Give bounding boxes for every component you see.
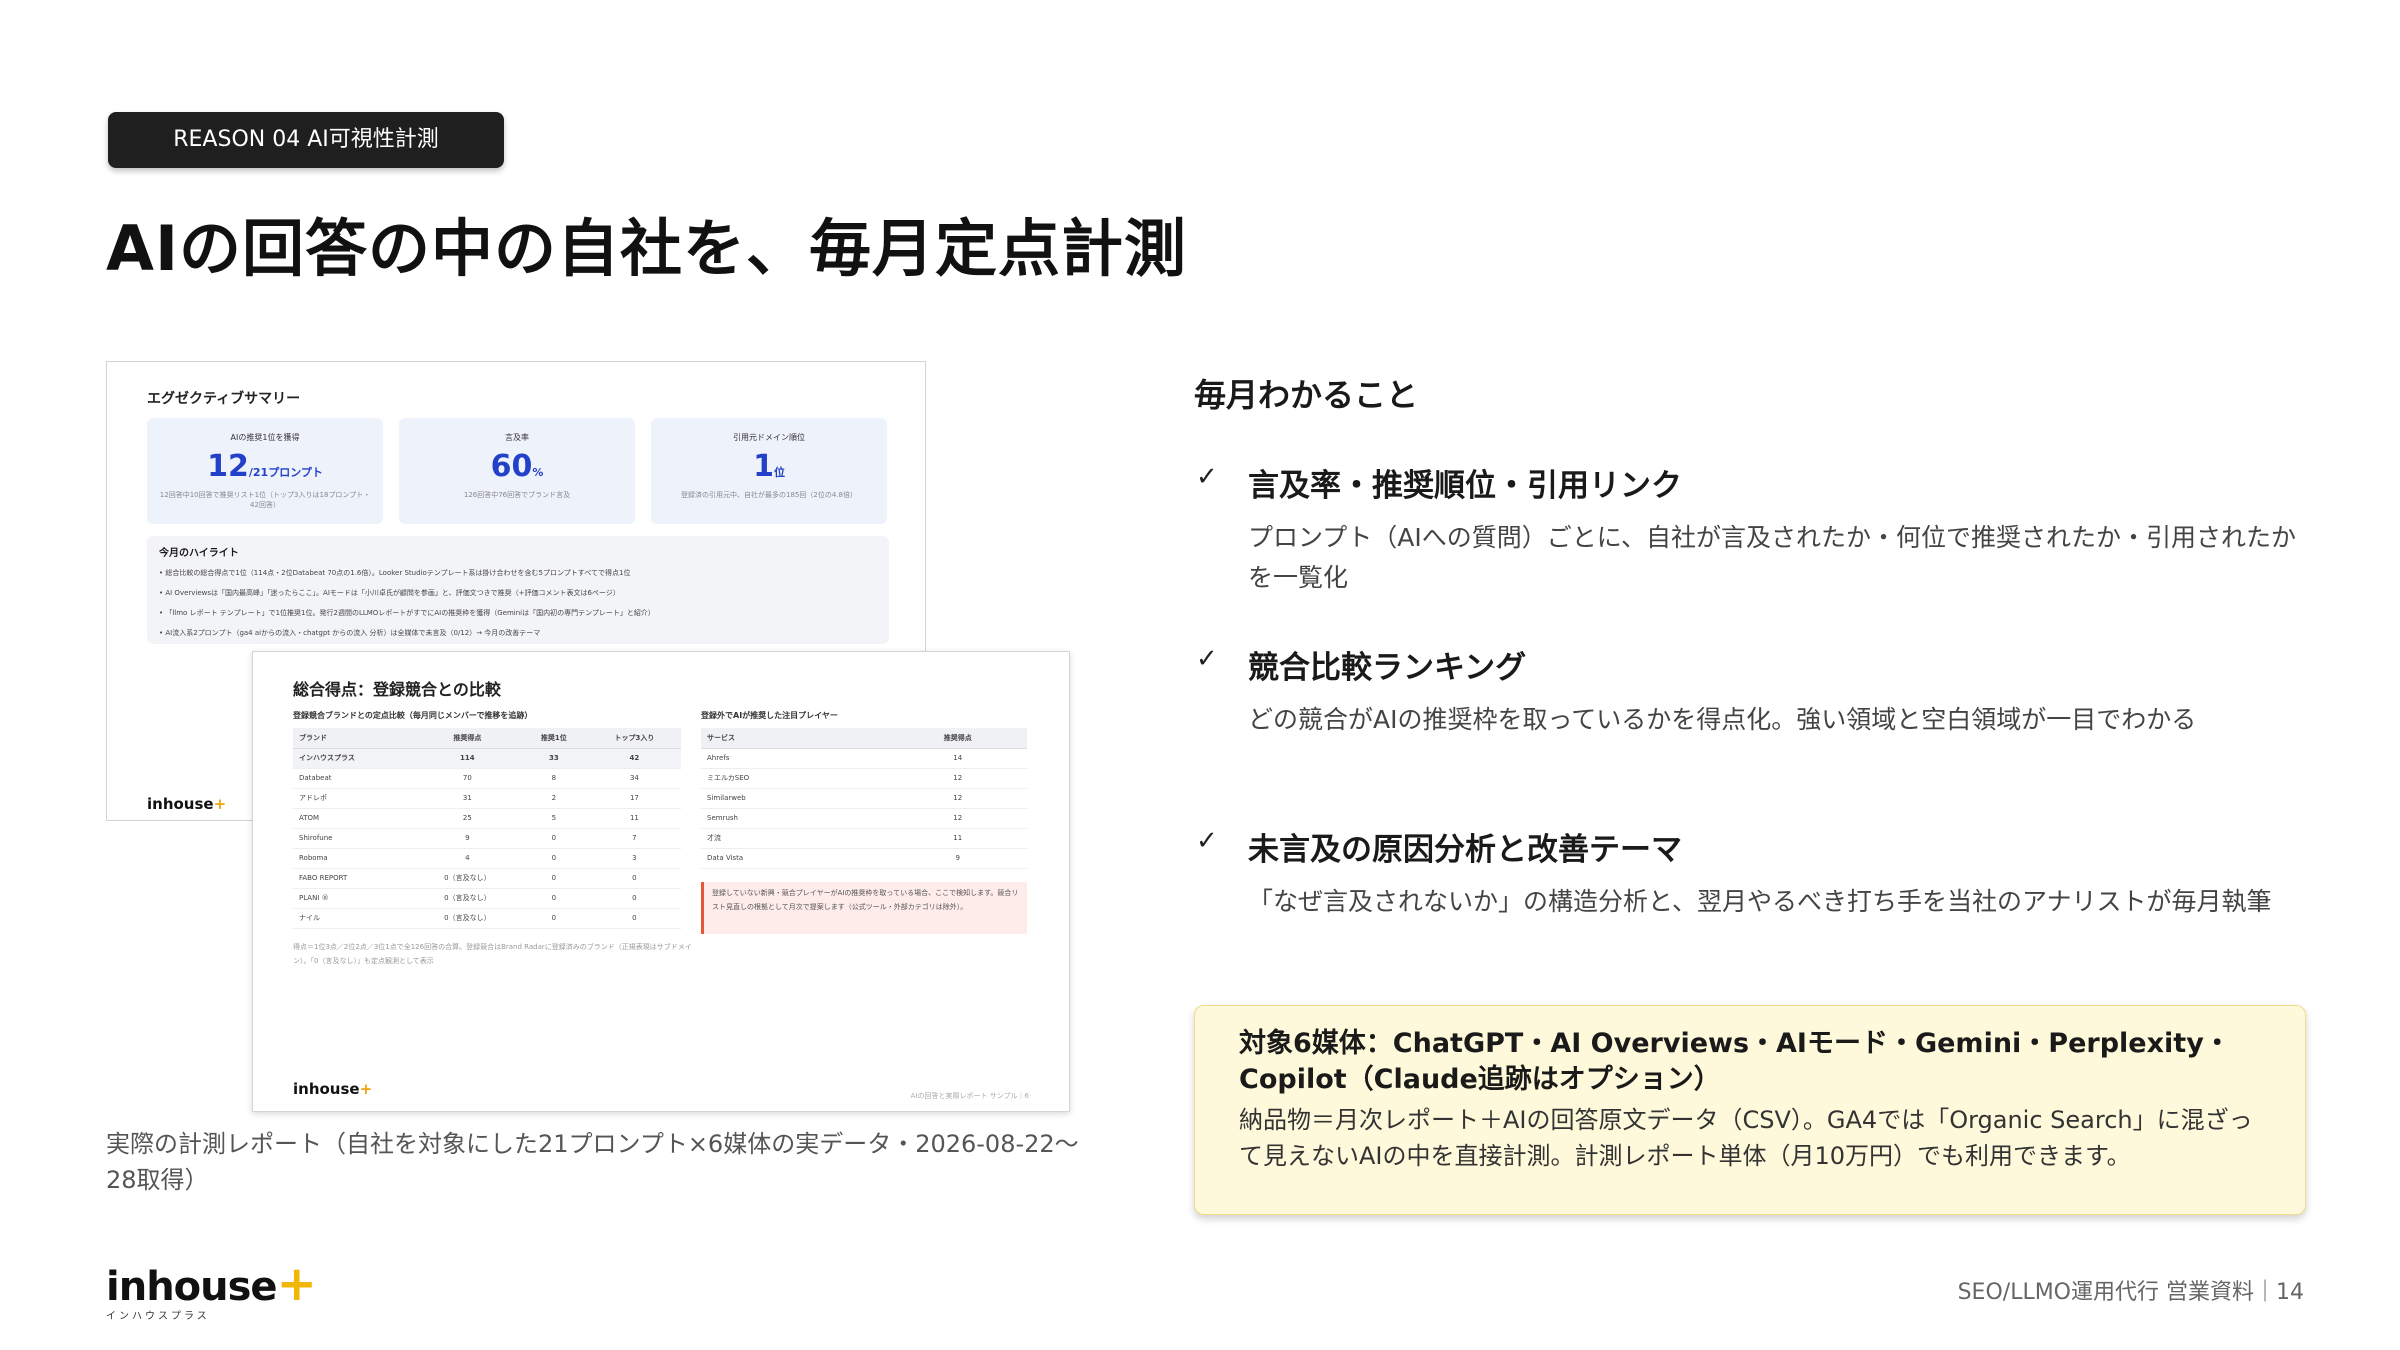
kpi-sub: 登録済の引用元中、自社が最多の185回（2位の4.8倍） [681,491,857,499]
plus-icon: + [276,1256,317,1312]
check-icon: ✓ [1196,826,1218,856]
page-title: AIの回答の中の自社を、毎月定点計測 [106,212,1188,285]
feature-desc: 「なぜ言及されないか」の構造分析と、翌月やるべき打ち手を当社のアナリストが毎月執… [1248,887,2272,916]
highlights-title: 今月のハイライト [159,548,239,559]
feature-title: 競合比較ランキング [1248,650,1527,686]
page-footer: SEO/LLMO運用代行 営業資料｜14 [1957,1280,2304,1305]
table-header: ブランド [293,728,415,749]
table-row: PLANI ® 0（言及なし） 0 0 [293,888,681,909]
player-table: サービス 推奨得点 Ahrefs 14 ミエルカSEO 12 Similarweb 1… [701,728,1027,869]
table-header: トップ3入り [587,728,681,749]
section-heading: 毎月わかること [1194,376,1419,414]
insight-note: 登録していない新興・競合プレイヤーがAIの推奨枠を取っている場合、ここで検知しま… [701,882,1027,934]
table-header: 推奨得点 [414,728,520,749]
logo-wordmark: inhouse+ [106,1256,317,1312]
table-row: ナイル 0（言及なし） 0 0 [293,908,681,929]
report-comparison-screenshot: 総合得点：登録競合との比較 登録競合ブランドとの定点比較（毎月同じメンバーで推移… [252,651,1070,1112]
table-row: Databeat 70 8 34 [293,768,681,789]
table-row: Shirofune 9 0 7 [293,828,681,849]
kpi-label: AIの推奨1位を獲得 [230,433,300,442]
highlight-item: • 「llmo レポート テンプレート」で1位推奨1位。発行2週間のLLMOレポ… [159,609,655,617]
feature-item: ✓ 言及率・推奨順位・引用リンク プロンプト（AIへの質問）ごとに、自社が言及さ… [1194,460,2314,610]
feature-title: 言及率・推奨順位・引用リンク [1248,468,1682,504]
report-page-label: AIの回答と実際レポート サンプル｜6 [910,1092,1029,1100]
kpi-label: 言及率 [505,433,529,442]
kpi-sub: 12回答中10回答で推奨リスト1位（トップ3入りは18プロンプト・42回答） [159,491,371,509]
company-logo: inhouse+ インハウスプラス [106,1256,317,1322]
kpi-label: 引用元ドメイン順位 [733,433,805,442]
table-header: 推奨得点 [888,728,1027,749]
table-row: Data Vista 9 [701,848,1027,869]
table-header: 推奨1位 [519,728,588,749]
feature-item: ✓ 未言及の原因分析と改善テーマ 「なぜ言及されないか」の構造分析と、翌月やるべ… [1194,824,2314,974]
kpi-value: 1位 [753,449,785,484]
table-row: ATOM 25 5 11 [293,808,681,829]
table-row: Semrush 12 [701,808,1027,829]
feature-item: ✓ 競合比較ランキング どの競合がAIの推奨枠を取っているかを得点化。強い領域と… [1194,642,2314,752]
report-comparison-title: 総合得点：登録競合との比較 [293,680,501,699]
table-row: 才流 11 [701,828,1027,849]
media-info-title: 対象6媒体：ChatGPT・AI Overviews・AIモード・Gemini・… [1239,1028,2231,1095]
highlight-item: • AI Overviewsは「国内最高峰」「迷ったらここ」。AIモードは「小川… [159,589,620,597]
report-logo: inhouse+ [147,795,227,813]
kpi-value: 60% [490,449,544,484]
table-row: ミエルカSEO 12 [701,768,1027,789]
table-row: Ahrefs 14 [701,748,1027,769]
table-row: FABO REPORT 0（言及なし） 0 0 [293,868,681,889]
kpi-card: 言及率 60% 126回答中76回答でブランド言及 [399,418,635,524]
kpi-sub: 126回答中76回答でブランド言及 [463,491,571,499]
kpi-card: AIの推奨1位を獲得 12/21プロンプト 12回答中10回答で推奨リスト1位（… [147,418,383,524]
report-footnote: 得点＝1位3点／2位2点／3位1点で全126回答の合算。登録競合はBrand R… [293,943,692,965]
highlight-item: • 総合比較の総合得点で1位（114点・2位Databeat 70点の1.6倍）… [159,569,631,577]
report-summary-title: エグゼクティブサマリー [147,391,301,407]
reason-badge: REASON 04 AI可視性計測 [108,112,504,168]
check-icon: ✓ [1196,462,1218,492]
check-icon: ✓ [1196,644,1218,674]
report-logo: inhouse+ [293,1080,373,1098]
highlight-item: • AI流入系2プロンプト（ga4 aiからの流入・chatgpt からの流入 … [159,629,541,637]
feature-title: 未言及の原因分析と改善テーマ [1248,832,1682,868]
table-row: アドレポ 31 2 17 [293,788,681,809]
media-info-box: 対象6媒体：ChatGPT・AI Overviews・AIモード・Gemini・… [1194,1005,2306,1215]
media-info-body: 納品物＝月次レポート＋AIの回答原文データ（CSV）。GA4では「Organic… [1239,1106,2253,1170]
feature-desc: どの競合がAIの推奨枠を取っているかを得点化。強い領域と空白領域が一目でわかる [1248,705,2197,734]
kpi-card: 引用元ドメイン順位 1位 登録済の引用元中、自社が最多の185回（2位の4.8倍… [651,418,887,524]
table-row: インハウスプラス 114 33 42 [293,748,681,769]
report-caption: 実際の計測レポート（自社を対象にした21プロンプト×6媒体の実データ・2026-… [106,1130,1079,1194]
kpi-value: 12/21プロンプト [207,449,323,484]
feature-desc: プロンプト（AIへの質問）ごとに、自社が言及されたか・何位で推奨されたか・引用さ… [1248,523,2296,592]
table-row: Roboma 4 0 3 [293,848,681,869]
player-table-heading: 登録外でAIが推奨した注目プレイヤー [701,711,838,720]
table-row: Similarweb 12 [701,788,1027,809]
table-header: サービス [701,728,889,749]
competitor-table: ブランド 推奨得点 推奨1位 トップ3入り インハウスプラス 114 33 42 Da… [293,728,681,929]
competitor-table-heading: 登録競合ブランドとの定点比較（毎月同じメンバーで推移を追跡） [293,711,533,720]
highlights-box: 今月のハイライト • 総合比較の総合得点で1位（114点・2位Databeat … [147,536,889,644]
